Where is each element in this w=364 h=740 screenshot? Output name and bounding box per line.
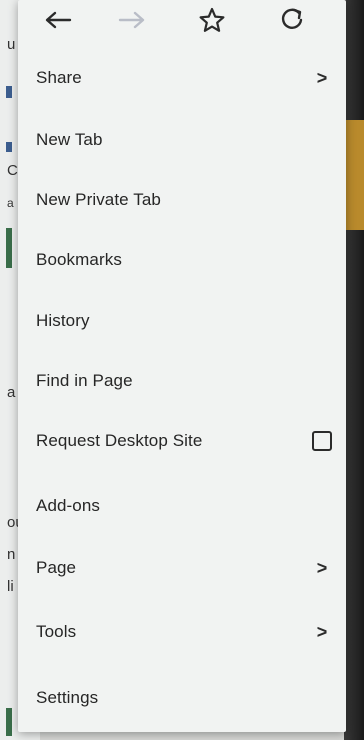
menu-item-settings[interactable]: Settings (18, 668, 346, 728)
menu-toolbar (18, 0, 346, 46)
menu-item-new-tab[interactable]: New Tab (18, 110, 346, 170)
menu-item-new-private-tab[interactable]: New Private Tab (18, 170, 346, 230)
background-bar (6, 228, 12, 268)
menu-item-label: Share (36, 68, 82, 87)
menu-item-label: New Tab (36, 130, 103, 149)
arrow-left-icon (45, 11, 72, 29)
star-outline-icon (199, 7, 225, 32)
background-accent (344, 120, 364, 230)
back-button[interactable] (40, 4, 76, 36)
menu-item-label: History (36, 311, 90, 330)
menu-item-label: Request Desktop Site (36, 431, 203, 450)
checkbox-icon (312, 431, 332, 451)
menu-item-label: Add-ons (36, 496, 101, 515)
menu-item-page[interactable]: Page > (18, 538, 346, 598)
menu-item-label: Page (36, 558, 77, 577)
reload-button[interactable] (274, 4, 310, 36)
menu-item-label: Tools (36, 622, 77, 641)
reload-icon (281, 8, 303, 29)
chevron-right-icon: > (316, 558, 328, 578)
background-bar (6, 708, 12, 736)
desktop-site-checkbox[interactable] (312, 431, 332, 451)
menu-item-label: Find in Page (36, 371, 133, 390)
chevron-right-icon: > (316, 622, 328, 642)
bookmark-button[interactable] (194, 4, 230, 36)
menu-item-add-ons[interactable]: Add-ons (18, 476, 346, 536)
menu-item-label: Bookmarks (36, 250, 122, 269)
menu-item-tools[interactable]: Tools > (18, 602, 346, 662)
menu-item-history[interactable]: History (18, 291, 346, 351)
menu-item-label: Settings (36, 688, 99, 707)
forward-button[interactable] (114, 4, 150, 36)
background-bar (6, 86, 12, 98)
menu-item-share[interactable]: Share > (18, 48, 346, 108)
arrow-right-icon (118, 11, 145, 29)
menu-item-request-desktop-site[interactable]: Request Desktop Site (18, 411, 346, 471)
menu-item-find-in-page[interactable]: Find in Page (18, 351, 346, 411)
menu-item-bookmarks[interactable]: Bookmarks (18, 230, 346, 290)
device-edge (344, 0, 364, 740)
background-bar (6, 142, 12, 152)
chevron-right-icon: > (316, 68, 328, 88)
menu-item-label: New Private Tab (36, 190, 161, 209)
overflow-menu: Share > New Tab New Private Tab Bookmark… (18, 0, 346, 732)
